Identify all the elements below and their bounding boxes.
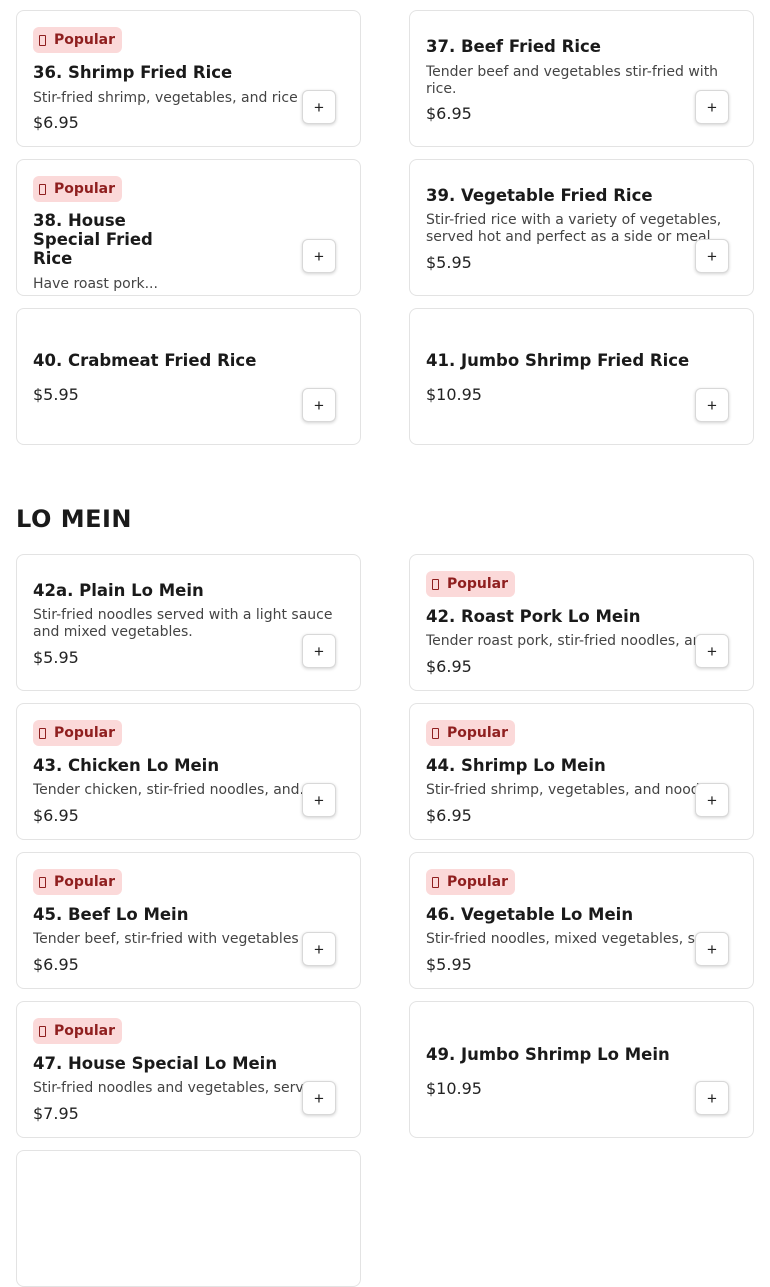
popular-badge: Popular [33,27,123,53]
flame-icon [432,578,439,590]
item-description: Stir-fried noodles, mixed vegetables, s.… [426,931,709,947]
item-price: $5.95 [33,385,79,404]
item-description: Tender beef, stir-fried with vegetables … [33,931,326,947]
item-title: 42. Roast Pork Lo Mein [426,607,641,626]
item-price: $5.95 [426,253,472,272]
menu-item-card[interactable]: Popular 36. Shrimp Fried Rice Stir-fried… [16,10,361,147]
popular-badge-label: Popular [54,874,116,890]
item-title: 42a. Plain Lo Mein [33,581,204,600]
menu-item-card[interactable]: 49. Jumbo Shrimp Lo Mein $10.95 + [409,1001,754,1138]
item-description: Tender roast pork, stir-fried noodles, a… [426,633,715,649]
add-to-cart-button[interactable]: + [302,239,336,273]
item-title: 46. Vegetable Lo Mein [426,905,634,924]
item-price: $10.95 [426,1079,482,1098]
item-title: 36. Shrimp Fried Rice [33,63,233,82]
item-price: $7.95 [33,1104,79,1123]
popular-badge: Popular [33,176,123,202]
flame-icon [39,1025,46,1037]
popular-badge-label: Popular [54,1023,116,1039]
menu-item-card[interactable]: Popular 47. House Special Lo Mein Stir-f… [16,1001,361,1138]
item-description: Stir-fried shrimp, vegetables, and noodl… [426,782,720,798]
popular-badge-label: Popular [447,576,509,592]
item-price: $5.95 [426,955,472,974]
popular-badge: Popular [426,869,516,895]
add-to-cart-button[interactable]: + [302,932,336,966]
menu-item-card[interactable]: Popular 43. Chicken Lo Mein Tender chick… [16,703,361,840]
flame-icon [432,727,439,739]
item-title: 49. Jumbo Shrimp Lo Mein [426,1045,670,1064]
item-title: 41. Jumbo Shrimp Fried Rice [426,351,690,370]
item-description: Stir-fried shrimp, vegetables, and rice [33,90,298,106]
item-price: $10.95 [426,385,482,404]
popular-badge: Popular [426,571,516,597]
item-price: $6.95 [33,113,79,132]
item-title: 37. Beef Fried Rice [426,37,601,56]
add-to-cart-button[interactable]: + [302,1081,336,1115]
item-price: $6.95 [426,806,472,825]
section-title: LO MEIN [16,505,132,533]
menu-item-card[interactable]: 40. Crabmeat Fried Rice $5.95 + [16,308,361,445]
flame-icon [432,876,439,888]
item-price: $6.95 [426,104,472,123]
add-to-cart-button[interactable]: + [302,90,336,124]
item-description: Stir-fried rice with a variety of vegeta… [426,212,722,245]
popular-badge: Popular [33,720,123,746]
popular-badge-label: Popular [54,725,116,741]
popular-badge-label: Popular [54,32,116,48]
item-description: Stir-fried noodles and vegetables, serv.… [33,1080,316,1096]
flame-icon [39,34,46,46]
item-description: Tender chicken, stir-fried noodles, and.… [33,782,313,798]
add-to-cart-button[interactable]: + [695,90,729,124]
item-title: 44. Shrimp Lo Mein [426,756,606,775]
item-title: 47. House Special Lo Mein [33,1054,278,1073]
add-to-cart-button[interactable]: + [302,783,336,817]
item-title: 43. Chicken Lo Mein [33,756,220,775]
add-to-cart-button[interactable]: + [695,388,729,422]
add-to-cart-button[interactable]: + [302,388,336,422]
item-description: Have roast pork... [33,276,158,292]
item-title: 40. Crabmeat Fried Rice [33,351,257,370]
item-price: $6.95 [33,806,79,825]
menu-item-card[interactable]: Popular 38. House Special Fried Rice Hav… [16,159,361,296]
popular-badge-label: Popular [447,725,509,741]
add-to-cart-button[interactable]: + [695,783,729,817]
popular-badge: Popular [33,869,123,895]
item-title: 45. Beef Lo Mein [33,905,189,924]
item-price: $6.95 [426,657,472,676]
item-price: $6.95 [33,955,79,974]
menu-item-card[interactable] [16,1150,361,1287]
add-to-cart-button[interactable]: + [302,634,336,668]
add-to-cart-button[interactable]: + [695,239,729,273]
item-description: Stir-fried noodles served with a light s… [33,607,333,640]
menu-item-card[interactable]: 41. Jumbo Shrimp Fried Rice $10.95 + [409,308,754,445]
item-description: Tender beef and vegetables stir-fried wi… [426,64,719,97]
menu-item-card[interactable]: 39. Vegetable Fried Rice Stir-fried rice… [409,159,754,296]
add-to-cart-button[interactable]: + [695,634,729,668]
add-to-cart-button[interactable]: + [695,1081,729,1115]
menu-item-card[interactable]: 37. Beef Fried Rice Tender beef and vege… [409,10,754,147]
add-to-cart-button[interactable]: + [695,932,729,966]
flame-icon [39,183,46,195]
menu-item-card[interactable]: Popular 46. Vegetable Lo Mein Stir-fried… [409,852,754,989]
popular-badge-label: Popular [447,874,509,890]
menu-item-card[interactable]: Popular 45. Beef Lo Mein Tender beef, st… [16,852,361,989]
menu-item-card[interactable]: Popular 42. Roast Pork Lo Mein Tender ro… [409,554,754,691]
flame-icon [39,876,46,888]
item-price: $5.95 [33,648,79,667]
popular-badge-label: Popular [54,181,116,197]
item-title: 38. House Special Fried Rice [33,211,153,268]
item-title: 39. Vegetable Fried Rice [426,186,653,205]
menu-item-card[interactable]: 42a. Plain Lo Mein Stir-fried noodles se… [16,554,361,691]
popular-badge: Popular [33,1018,123,1044]
flame-icon [39,727,46,739]
menu-item-card[interactable]: Popular 44. Shrimp Lo Mein Stir-fried sh… [409,703,754,840]
popular-badge: Popular [426,720,516,746]
